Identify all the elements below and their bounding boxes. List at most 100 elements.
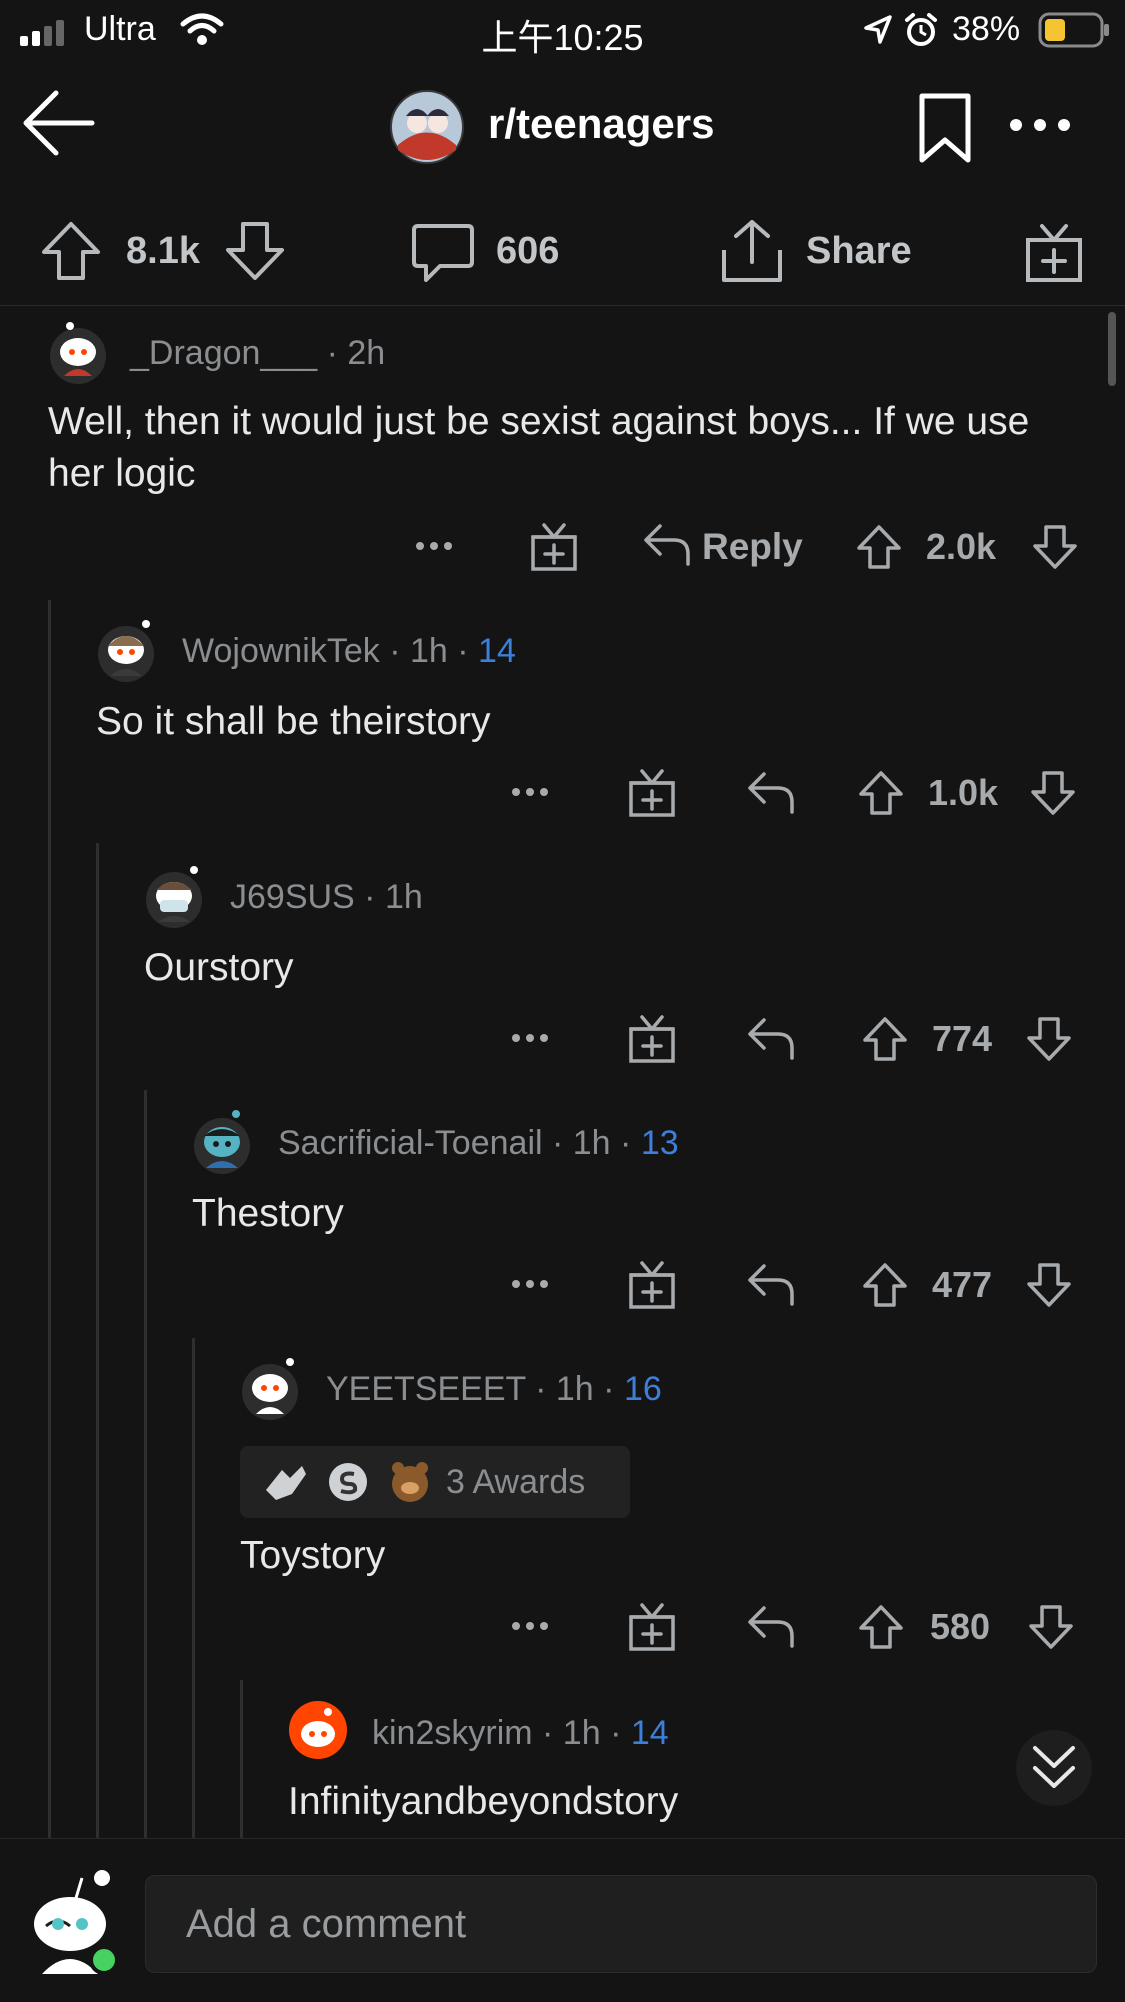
username[interactable]: WojownikTek bbox=[182, 632, 380, 670]
user-avatar[interactable] bbox=[96, 616, 156, 682]
comment-body: Ourstory bbox=[144, 946, 294, 989]
thread-line[interactable] bbox=[144, 1090, 147, 1838]
comment-vote-count: 477 bbox=[932, 1264, 993, 1305]
share-label[interactable]: Share bbox=[806, 230, 912, 273]
reply-button[interactable] bbox=[746, 1604, 796, 1648]
comment-score: 14 bbox=[630, 1714, 669, 1752]
username[interactable]: J69SUS bbox=[230, 878, 355, 916]
comments-button[interactable] bbox=[410, 222, 476, 286]
comment-body: Infinityandbeyondstory bbox=[288, 1780, 679, 1823]
award-silver-icon bbox=[329, 1463, 367, 1501]
status-bar: Ultra 上午10:25 38% bbox=[0, 0, 1125, 62]
user-avatar[interactable] bbox=[48, 318, 108, 384]
upvote-icon bbox=[859, 1605, 903, 1649]
comment-vote-count: 580 bbox=[930, 1606, 991, 1647]
comment-upvote-button[interactable] bbox=[858, 1604, 904, 1650]
comment-upvote-button[interactable] bbox=[862, 1016, 908, 1062]
comment-meta: kin2skyrim · 1h · 14 bbox=[372, 1714, 669, 1752]
thread-line[interactable] bbox=[96, 843, 99, 1838]
more-icon bbox=[512, 1034, 548, 1042]
comment-downvote-button[interactable] bbox=[1032, 524, 1078, 570]
scrollbar[interactable] bbox=[1108, 312, 1116, 386]
award-hands-icon bbox=[266, 1466, 306, 1500]
award-icon bbox=[1026, 224, 1082, 282]
upvote-icon bbox=[42, 222, 100, 280]
comment-more-button[interactable] bbox=[510, 1616, 550, 1636]
comment-time: 1h bbox=[555, 1370, 594, 1408]
post-upvote-button[interactable] bbox=[40, 220, 102, 282]
share-button[interactable] bbox=[720, 218, 784, 284]
comment-more-button[interactable] bbox=[510, 1028, 550, 1048]
award-icon bbox=[629, 1603, 675, 1651]
action-bar-divider bbox=[0, 305, 1125, 306]
reply-icon bbox=[748, 772, 794, 814]
comment-upvote-button[interactable] bbox=[858, 770, 904, 816]
collapse-chevron-icon bbox=[1033, 1746, 1075, 1788]
reply-button[interactable] bbox=[746, 770, 796, 814]
comment-more-button[interactable] bbox=[414, 536, 454, 556]
comment-icon bbox=[412, 224, 474, 282]
post-vote-count: 8.1k bbox=[126, 230, 200, 272]
more-options-button[interactable] bbox=[1008, 110, 1072, 140]
comment-upvote-button[interactable] bbox=[862, 1262, 908, 1308]
comment-award-button[interactable] bbox=[628, 1260, 676, 1310]
reply-button[interactable] bbox=[746, 1262, 796, 1306]
comment-award-button[interactable] bbox=[628, 768, 676, 818]
comment-meta: J69SUS · 1h bbox=[230, 878, 423, 916]
upvote-icon bbox=[863, 1017, 907, 1061]
comment-meta: Sacrificial-Toenail · 1h · 13 bbox=[278, 1124, 679, 1162]
comment-award-button[interactable] bbox=[628, 1602, 676, 1652]
collapse-thread-button[interactable] bbox=[1016, 1730, 1092, 1806]
comment-body: Well, then it would just be sexist again… bbox=[48, 400, 1030, 495]
reply-button[interactable] bbox=[746, 1016, 796, 1060]
reply-label[interactable]: Reply bbox=[702, 526, 803, 568]
username[interactable]: _Dragon___ bbox=[130, 334, 317, 372]
location-icon bbox=[864, 15, 892, 44]
comment-downvote-button[interactable] bbox=[1026, 1262, 1072, 1308]
comment-award-button[interactable] bbox=[628, 1014, 676, 1064]
username[interactable]: Sacrificial-Toenail bbox=[278, 1124, 543, 1162]
comment-downvote-button[interactable] bbox=[1026, 1016, 1072, 1062]
username[interactable]: kin2skyrim bbox=[372, 1714, 533, 1752]
thread-line[interactable] bbox=[192, 1338, 195, 1838]
upvote-icon bbox=[863, 1263, 907, 1307]
my-avatar[interactable] bbox=[20, 1864, 124, 1976]
thread-line[interactable] bbox=[240, 1680, 243, 1838]
downvote-icon bbox=[1029, 1605, 1073, 1649]
downvote-icon bbox=[1027, 1263, 1071, 1307]
upvote-icon bbox=[857, 525, 901, 569]
battery-percent: 38% bbox=[952, 10, 1021, 48]
award-icon bbox=[629, 1261, 675, 1309]
comment-time: 1h bbox=[384, 878, 423, 916]
comment-award-button[interactable] bbox=[530, 522, 578, 572]
awards-badge[interactable]: 3 Awards bbox=[240, 1446, 630, 1518]
user-avatar[interactable] bbox=[192, 1108, 252, 1174]
share-icon bbox=[722, 220, 782, 282]
reply-icon bbox=[644, 524, 690, 566]
more-icon bbox=[512, 1280, 548, 1288]
post-award-button[interactable] bbox=[1024, 222, 1084, 284]
thread-line[interactable] bbox=[48, 600, 51, 1838]
subreddit-title[interactable]: r/teenagers bbox=[488, 100, 714, 148]
post-downvote-button[interactable] bbox=[224, 220, 286, 282]
comment-upvote-button[interactable] bbox=[856, 524, 902, 570]
comment-time: 1h bbox=[410, 632, 448, 670]
downvote-icon bbox=[1027, 1017, 1071, 1061]
subreddit-avatar[interactable] bbox=[390, 90, 464, 164]
comment-downvote-button[interactable] bbox=[1030, 770, 1076, 816]
save-post-button[interactable] bbox=[918, 92, 972, 164]
comment-input[interactable] bbox=[145, 1875, 1097, 1973]
comment-downvote-button[interactable] bbox=[1028, 1604, 1074, 1650]
comment-more-button[interactable] bbox=[510, 1274, 550, 1294]
user-avatar[interactable] bbox=[144, 862, 204, 928]
comment-score: 14 bbox=[478, 632, 516, 670]
comment-more-button[interactable] bbox=[510, 782, 550, 802]
reply-button[interactable] bbox=[642, 522, 692, 566]
comment-time: 1h bbox=[572, 1124, 611, 1162]
user-avatar[interactable] bbox=[240, 1354, 300, 1420]
more-icon bbox=[512, 1622, 548, 1630]
user-avatar[interactable] bbox=[288, 1700, 348, 1760]
back-button[interactable] bbox=[18, 88, 98, 158]
username[interactable]: YEETSEEET bbox=[326, 1370, 526, 1408]
award-icon bbox=[531, 523, 577, 571]
